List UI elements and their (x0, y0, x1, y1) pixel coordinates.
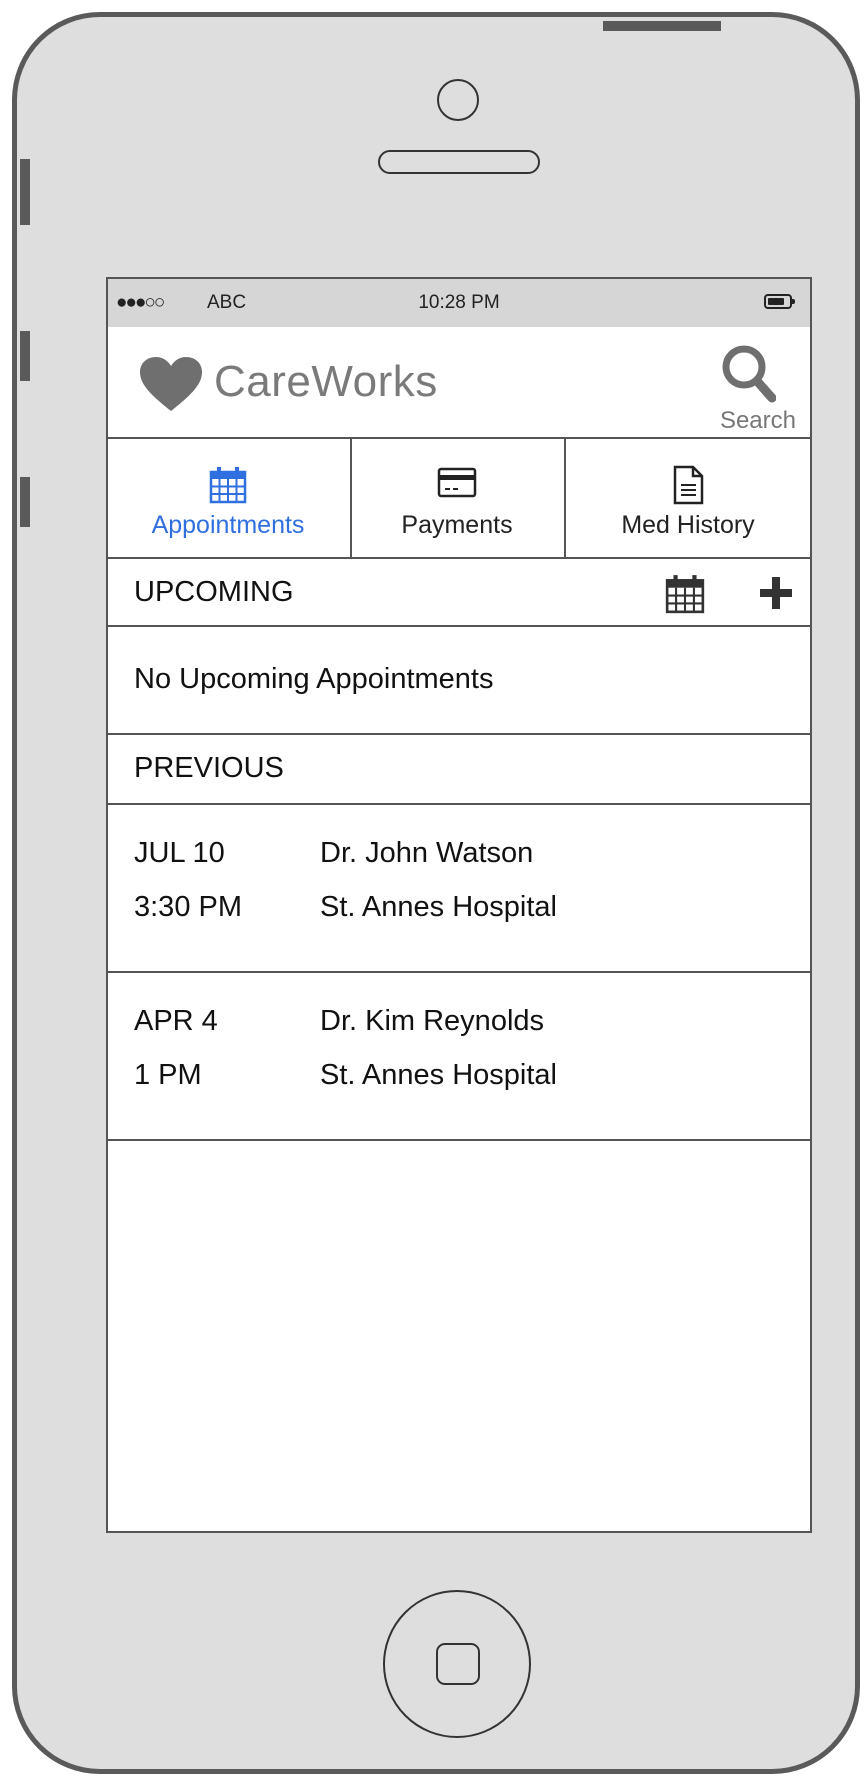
calendar-icon (209, 467, 247, 504)
tab-label: Appointments (151, 511, 305, 539)
appointment-date: APR 4 (134, 1005, 218, 1037)
app-header: CareWorks Search (108, 327, 810, 439)
document-icon (673, 465, 704, 505)
appointment-time: 3:30 PM (134, 891, 242, 923)
calendar-icon (665, 575, 705, 614)
add-appointment-button[interactable] (756, 573, 796, 618)
heart-icon (138, 357, 204, 418)
home-square-icon (436, 1643, 480, 1685)
empty-state-text: No Upcoming Appointments (134, 663, 494, 695)
tab-bar: Appointments Payments Med History (108, 439, 810, 559)
volume-down-button (20, 477, 30, 527)
volume-up-button (20, 331, 30, 381)
earpiece-speaker (378, 150, 540, 174)
power-button (603, 21, 721, 31)
status-time: 10:28 PM (418, 292, 500, 313)
appointment-row[interactable]: APR 4 1 PM Dr. Kim Reynolds St. Annes Ho… (108, 973, 810, 1141)
app-title: CareWorks (214, 357, 438, 406)
plus-icon (760, 577, 792, 609)
calendar-button[interactable] (664, 573, 706, 620)
appointment-time: 1 PM (134, 1059, 202, 1091)
home-button[interactable] (383, 1590, 531, 1738)
appointment-doctor: Dr. John Watson (320, 837, 534, 869)
mute-switch (20, 159, 30, 225)
appointment-location: St. Annes Hospital (320, 891, 557, 923)
search-button[interactable]: Search (690, 337, 800, 434)
search-label: Search (719, 407, 796, 434)
credit-card-icon (437, 467, 477, 498)
previous-title: PREVIOUS (134, 752, 284, 784)
front-camera (437, 79, 479, 121)
tab-appointments[interactable]: Appointments (108, 439, 348, 557)
previous-section-header: PREVIOUS (108, 735, 810, 805)
appointment-location: St. Annes Hospital (320, 1059, 557, 1091)
tab-label: Med History (621, 511, 755, 539)
upcoming-section-header: UPCOMING (108, 559, 810, 627)
status-bar: ●●●○○ ABC 10:28 PM (108, 279, 810, 327)
appointment-doctor: Dr. Kim Reynolds (320, 1005, 545, 1037)
screen: ●●●○○ ABC 10:28 PM CareWorks Search Appo… (106, 277, 812, 1533)
tab-label: Payments (401, 511, 513, 539)
appointment-row[interactable]: JUL 10 3:30 PM Dr. John Watson St. Annes… (108, 805, 810, 973)
battery-icon (764, 294, 795, 309)
appointment-date: JUL 10 (134, 837, 225, 869)
empty-upcoming-row: No Upcoming Appointments (108, 627, 810, 735)
upcoming-title: UPCOMING (134, 576, 294, 608)
phone-frame: ●●●○○ ABC 10:28 PM CareWorks Search Appo… (12, 12, 860, 1774)
tab-med-history[interactable]: Med History (564, 439, 810, 559)
tab-payments[interactable]: Payments (350, 439, 562, 559)
search-icon (722, 345, 776, 403)
